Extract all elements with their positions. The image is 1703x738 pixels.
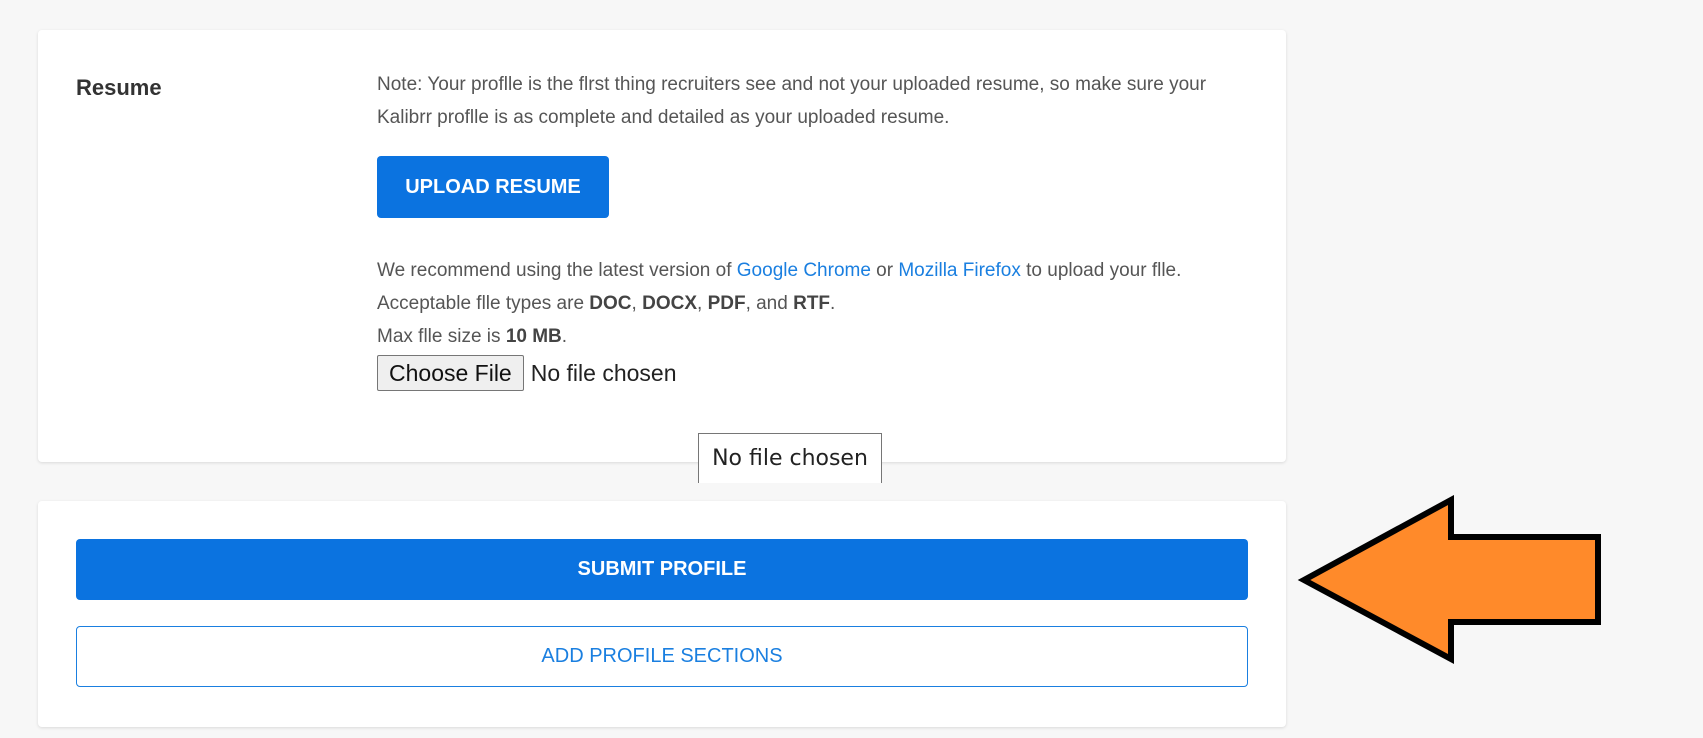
or-text: or [870, 260, 899, 281]
types-suffix: . [830, 293, 836, 314]
types-sep-3: , and [745, 293, 794, 314]
google-chrome-link[interactable]: Google Chrome [737, 260, 871, 281]
upload-info: We recommend using the latest version of… [377, 254, 1257, 391]
types-sep-2: , [697, 293, 708, 314]
choose-file-button[interactable]: Choose File [377, 355, 524, 391]
resume-body: Note: Your proflle is the flrst thing re… [377, 68, 1257, 391]
types-sep-1: , [631, 293, 643, 314]
page: Resume Note: Your proflle is the flrst t… [0, 0, 1703, 738]
size-value: 10 MB [505, 326, 562, 347]
mozilla-firefox-link[interactable]: Mozilla Firefox [898, 260, 1020, 281]
type-rtf: RTF [793, 293, 831, 314]
add-profile-sections-button[interactable]: ADD PROFILE SECTIONS [76, 626, 1248, 687]
type-docx: DOCX [642, 293, 697, 314]
size-prefix: Max flle size is [377, 326, 506, 347]
recommend-prefix: We recommend using the latest version of [377, 260, 737, 281]
file-status-text: No file chosen [530, 359, 677, 386]
max-size-text: Max flle size is 10 MB. [377, 320, 1257, 353]
left-arrow-icon [1297, 495, 1601, 665]
recommend-suffix: to upload your flle. [1020, 260, 1182, 281]
arrow-shape [1297, 495, 1601, 665]
type-doc: DOC [589, 293, 632, 314]
resume-card: Resume Note: Your proflle is the flrst t… [38, 30, 1286, 462]
type-pdf: PDF [707, 293, 746, 314]
resume-note: Note: Your proflle is the flrst thing re… [377, 74, 1207, 128]
submit-profile-button[interactable]: SUBMIT PROFILE [76, 539, 1248, 600]
size-suffix: . [561, 326, 568, 347]
file-types-text: Acceptable flle types are DOC, DOCX, PDF… [377, 287, 1257, 320]
resume-section-label: Resume [76, 75, 162, 100]
actions-card: SUBMIT PROFILE ADD PROFILE SECTIONS [38, 501, 1286, 727]
browser-recommendation: We recommend using the latest version of… [377, 254, 1257, 287]
types-prefix: Acceptable flle types are [377, 293, 590, 314]
file-input[interactable]: Choose File No file chosen [377, 355, 1257, 391]
upload-resume-button[interactable]: UPLOAD RESUME [377, 156, 609, 218]
file-tooltip: No file chosen [698, 433, 882, 483]
